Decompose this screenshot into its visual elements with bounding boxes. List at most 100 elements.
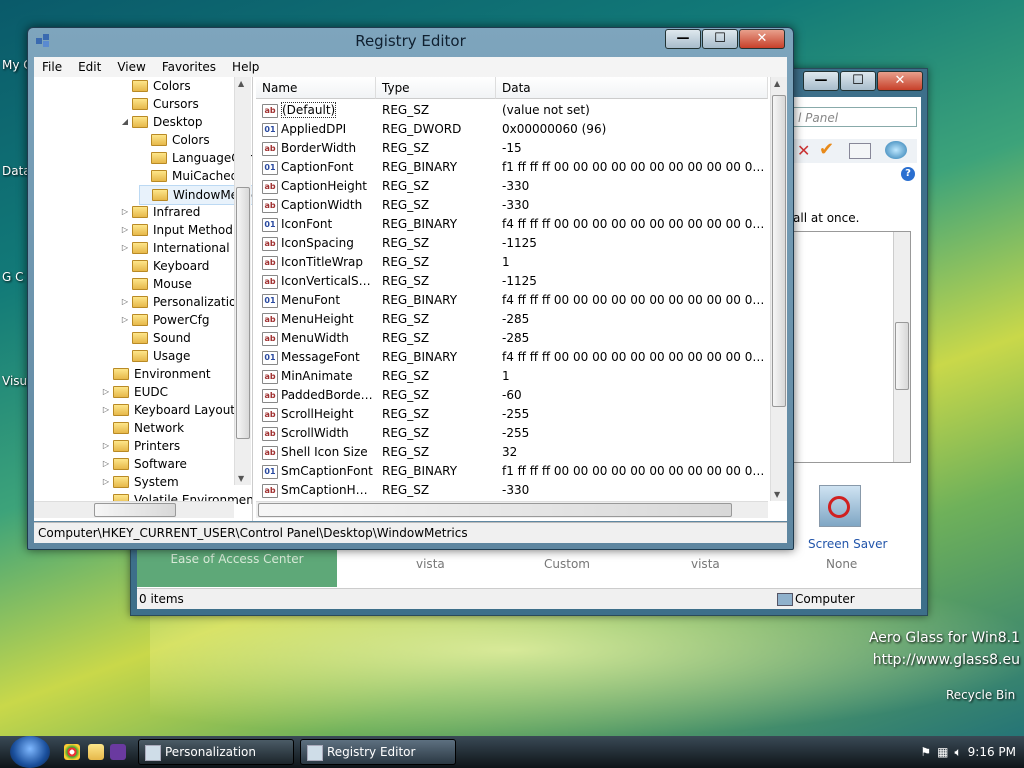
tree-expander-icon[interactable]: ▷ — [101, 455, 111, 473]
screen-saver-icon[interactable] — [819, 485, 861, 527]
tree-node[interactable]: ▷ Printers — [101, 437, 180, 455]
value-row[interactable]: 01 IconFont REG_BINARY f4 ff ff ff 00 00 00… — [256, 215, 768, 234]
tree-node[interactable]: ◢ Desktop — [120, 113, 203, 131]
tree-node[interactable]: ▷ EUDC — [101, 383, 168, 401]
values-scroll-thumb[interactable] — [772, 95, 786, 407]
tree-expander-icon[interactable]: ◢ — [120, 113, 130, 131]
values-scroll-down-icon[interactable]: ▼ — [774, 490, 780, 499]
tree-expander-icon[interactable]: ▷ — [120, 293, 130, 311]
listbox-scrollbar[interactable] — [893, 232, 910, 462]
listbox-scroll-thumb[interactable] — [895, 322, 909, 390]
visual-studio-icon[interactable] — [110, 744, 126, 760]
tree-node[interactable]: ▷ Input Method — [120, 221, 233, 239]
tree-node[interactable]: Colors — [139, 131, 210, 149]
value-row[interactable]: ab IconSpacing REG_SZ -1125 — [256, 234, 768, 253]
value-row[interactable]: ab CaptionHeight REG_SZ -330 — [256, 177, 768, 196]
personalization-maximize-button[interactable]: ☐ — [840, 71, 876, 91]
values-hscroll-thumb[interactable] — [258, 503, 732, 517]
value-row[interactable]: ab CaptionWidth REG_SZ -330 — [256, 196, 768, 215]
tree-node[interactable]: ▷ International — [120, 239, 230, 257]
personalization-minimize-button[interactable]: — — [803, 71, 839, 91]
value-row[interactable]: abPaddedBorderW... REG_SZ -60 — [256, 386, 768, 405]
tree-node[interactable]: Keyboard — [120, 257, 209, 275]
tree-vertical-scrollbar[interactable]: ▲ ▼ — [234, 77, 251, 485]
tree-node[interactable]: Sound — [120, 329, 191, 347]
desktop-icon-label[interactable]: Visu — [2, 374, 27, 388]
values-scroll-up-icon[interactable]: ▲ — [774, 79, 780, 88]
chrome-icon[interactable] — [64, 744, 80, 760]
registry-key-tree[interactable]: Colors Cursors ◢ Desktop Colors LanguageConf M… — [34, 77, 253, 521]
value-row[interactable]: ab Shell Icon Size REG_SZ 32 — [256, 443, 768, 462]
screen-saver-link[interactable]: Screen Saver — [808, 537, 887, 551]
tree-node[interactable]: Environment — [101, 365, 211, 383]
personalization-close-button[interactable]: ✕ — [877, 71, 923, 91]
desktop-icon-label[interactable]: G C — [2, 270, 24, 284]
value-row[interactable]: abIconVerticalSpac... REG_SZ -1125 — [256, 272, 768, 291]
value-row[interactable]: 01 MenuFont REG_BINARY f4 ff ff ff 00 00 00… — [256, 291, 768, 310]
menu-help[interactable]: Help — [224, 57, 267, 77]
values-vertical-scrollbar[interactable]: ▲ ▼ — [770, 77, 787, 501]
value-row[interactable]: ab MenuWidth REG_SZ -285 — [256, 329, 768, 348]
tree-node[interactable]: MuiCached — [139, 167, 238, 185]
tree-node[interactable]: ▷ Software — [101, 455, 187, 473]
tree-expander-icon[interactable]: ▷ — [120, 203, 130, 221]
registry-editor-window[interactable]: Registry Editor — ☐ ✕ File Edit View Fav… — [27, 27, 794, 550]
theme-globe-icon[interactable] — [885, 141, 907, 159]
value-row[interactable]: ab ScrollWidth REG_SZ -255 — [256, 424, 768, 443]
network-icon[interactable]: ▦ — [937, 736, 948, 768]
tree-expander-icon[interactable]: ▷ — [101, 401, 111, 419]
values-horizontal-scrollbar[interactable] — [256, 501, 768, 518]
delete-icon[interactable]: ✕ — [797, 141, 810, 160]
value-row[interactable]: ab (Default) REG_SZ (value not set) — [256, 101, 768, 120]
start-button[interactable] — [10, 736, 50, 768]
column-name-header[interactable]: Name — [256, 77, 376, 99]
registry-maximize-button[interactable]: ☐ — [702, 29, 738, 49]
flag-icon[interactable]: ⚑ — [920, 736, 931, 768]
registry-close-button[interactable]: ✕ — [739, 29, 785, 49]
value-row[interactable]: abSmCaptionHeight REG_SZ -330 — [256, 481, 768, 500]
value-row[interactable]: ab MenuHeight REG_SZ -285 — [256, 310, 768, 329]
tree-expander-icon[interactable]: ▷ — [101, 473, 111, 491]
menu-view[interactable]: View — [109, 57, 153, 77]
tree-expander-icon[interactable]: ▷ — [120, 311, 130, 329]
tree-node[interactable]: ▷ PowerCfg — [120, 311, 210, 329]
registry-values-list[interactable]: Name Type Data ab (Default) REG_SZ (value n… — [256, 77, 787, 521]
checkmark-icon[interactable]: ✔ — [819, 139, 834, 160]
tree-node[interactable]: ▷ Keyboard Layout — [101, 401, 235, 419]
tree-node[interactable]: Colors — [120, 77, 191, 95]
value-row[interactable]: 01 SmCaptionFont REG_BINARY f1 ff ff ff 00 … — [256, 462, 768, 481]
tree-horizontal-scrollbar[interactable] — [34, 501, 234, 518]
column-type-header[interactable]: Type — [376, 77, 496, 99]
tree-expander-icon[interactable]: ▷ — [120, 221, 130, 239]
tree-hscroll-thumb[interactable] — [94, 503, 176, 517]
menu-favorites[interactable]: Favorites — [154, 57, 224, 77]
tree-expander-icon[interactable]: ▷ — [120, 239, 130, 257]
value-row[interactable]: ab ScrollHeight REG_SZ -255 — [256, 405, 768, 424]
taskbar-button[interactable]: Personalization — [138, 739, 294, 765]
control-panel-search-input[interactable]: l Panel — [793, 107, 917, 127]
tree-node[interactable]: Mouse — [120, 275, 192, 293]
tree-expander-icon[interactable]: ▷ — [101, 437, 111, 455]
value-row[interactable]: ab MinAnimate REG_SZ 1 — [256, 367, 768, 386]
help-icon[interactable]: ? — [901, 167, 915, 181]
menu-file[interactable]: File — [34, 57, 70, 77]
tree-node[interactable]: Network — [101, 419, 184, 437]
menu-edit[interactable]: Edit — [70, 57, 109, 77]
window-icon[interactable] — [849, 143, 871, 159]
value-row[interactable]: 01 CaptionFont REG_BINARY f1 ff ff ff 00 00… — [256, 158, 768, 177]
tree-expander-icon[interactable]: ▷ — [101, 383, 111, 401]
tree-scroll-thumb[interactable] — [236, 187, 250, 439]
column-data-header[interactable]: Data — [496, 77, 768, 99]
scroll-down-icon[interactable]: ▼ — [238, 474, 244, 483]
tree-node[interactable]: ▷ Infrared — [120, 203, 200, 221]
clock[interactable]: 9:16 PM — [968, 736, 1016, 768]
recycle-bin-icon[interactable]: Recycle Bin — [946, 688, 1015, 702]
folder-icon[interactable] — [88, 744, 104, 760]
volume-icon[interactable]: 🔈︎ — [954, 736, 961, 768]
value-row[interactable]: ab BorderWidth REG_SZ -15 — [256, 139, 768, 158]
tree-node[interactable]: Cursors — [120, 95, 199, 113]
value-row[interactable]: 01 MessageFont REG_BINARY f4 ff ff ff 00 00… — [256, 348, 768, 367]
tree-node[interactable]: Usage — [120, 347, 190, 365]
value-row[interactable]: 01 AppliedDPI REG_DWORD 0x00000060 (96) — [256, 120, 768, 139]
value-row[interactable]: ab IconTitleWrap REG_SZ 1 — [256, 253, 768, 272]
